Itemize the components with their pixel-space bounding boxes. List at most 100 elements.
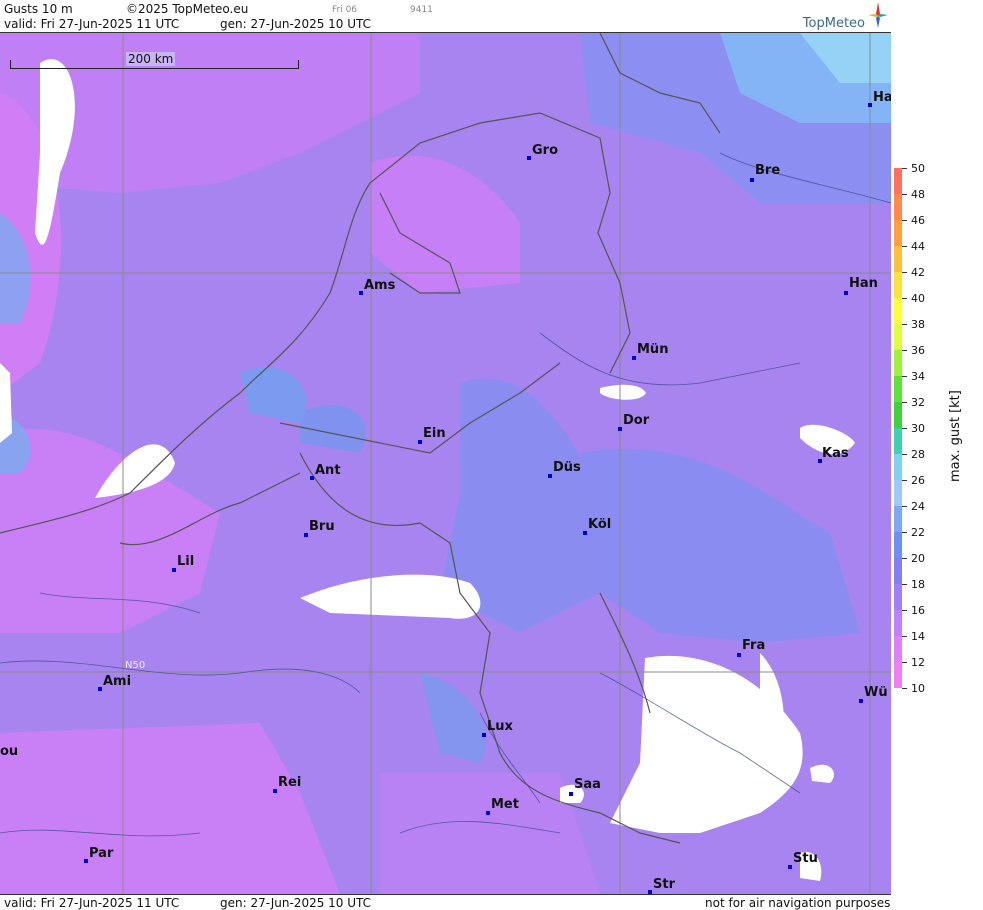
legend-tick-label: 24 xyxy=(911,500,925,513)
city-marker xyxy=(737,653,741,657)
legend-tick-label: 42 xyxy=(911,266,925,279)
footer-bar: valid: Fri 27-Jun-2025 11 UTC gen: 27-Ju… xyxy=(0,894,891,910)
legend-tick-mark xyxy=(902,662,907,663)
legend-tick-label: 40 xyxy=(911,292,925,305)
city-label: Kas xyxy=(822,446,849,461)
legend-tick-mark xyxy=(902,272,907,273)
city-label: Ami xyxy=(103,674,132,689)
city-marker xyxy=(868,103,872,107)
legend-swatch xyxy=(894,428,902,454)
legend-swatch xyxy=(894,168,902,194)
scale-label: 200 km xyxy=(126,52,176,66)
city-label: Wü xyxy=(864,685,888,700)
city-label: Han xyxy=(849,276,878,291)
legend-tick-label: 20 xyxy=(911,552,925,565)
legend-tick-mark xyxy=(902,506,907,507)
legend-tick-mark xyxy=(902,610,907,611)
legend-color-bar xyxy=(894,168,902,688)
legend-swatch xyxy=(894,376,902,402)
city-label: Bru xyxy=(309,519,335,534)
legend-tick-label: 32 xyxy=(911,396,925,409)
city-label: Ams xyxy=(364,278,396,293)
city-label: Mün xyxy=(637,342,669,357)
legend-swatch xyxy=(894,272,902,298)
legend-tick-mark xyxy=(902,480,907,481)
compass-star-icon xyxy=(868,2,888,28)
legend-swatch xyxy=(894,558,902,584)
city-label: Rei xyxy=(278,775,302,790)
legend-swatch xyxy=(894,584,902,610)
legend-tick-mark xyxy=(902,246,907,247)
legend-tick-label: 22 xyxy=(911,526,925,539)
legend-tick-mark xyxy=(902,168,907,169)
legend-tick-mark xyxy=(902,298,907,299)
frame-code: 9411 xyxy=(410,5,433,15)
day-label: Fri 06 xyxy=(332,5,358,15)
city-marker xyxy=(359,291,363,295)
city-marker xyxy=(172,568,176,572)
city-marker xyxy=(583,531,587,535)
legend-tick-label: 46 xyxy=(911,214,925,227)
legend-tick-label: 34 xyxy=(911,370,925,383)
legend-tick-mark xyxy=(902,376,907,377)
legend-swatch xyxy=(894,636,902,662)
generated-time: gen: 27-Jun-2025 10 UTC xyxy=(220,17,372,31)
color-legend: 50 48 46 44 42 40 38 36 34 32 30 28 26 24 22 20 18 16 14 12… xyxy=(893,162,983,728)
gust-map[interactable]: 200 km N50 Ha Gro Bre Ams Han Mün Dor Ei… xyxy=(0,33,891,894)
city-label: Köl xyxy=(588,517,612,532)
legend-swatch xyxy=(894,454,902,480)
legend-tick-mark xyxy=(902,454,907,455)
city-label: Dor xyxy=(623,413,650,428)
city-marker xyxy=(310,476,314,480)
city-marker xyxy=(84,859,88,863)
city-marker xyxy=(486,811,490,815)
disclaimer: not for air navigation purposes xyxy=(705,896,891,910)
city-marker xyxy=(273,789,277,793)
legend-swatch xyxy=(894,298,902,324)
city-marker xyxy=(548,474,552,478)
legend-swatch xyxy=(894,194,902,220)
city-label: ou xyxy=(0,744,19,759)
legend-tick-mark xyxy=(902,584,907,585)
legend-tick-label: 48 xyxy=(911,188,925,201)
city-label: Lil xyxy=(177,554,195,569)
city-label: Gro xyxy=(532,143,559,158)
legend-tick-mark xyxy=(902,688,907,689)
legend-swatch xyxy=(894,480,902,506)
legend-tick-label: 16 xyxy=(911,604,925,617)
legend-tick-mark xyxy=(902,350,907,351)
legend-swatch xyxy=(894,662,902,688)
city-label: Düs xyxy=(553,460,581,475)
city-label: Par xyxy=(89,846,114,861)
city-marker xyxy=(859,699,863,703)
legend-tick-label: 30 xyxy=(911,422,925,435)
legend-tick-label: 36 xyxy=(911,344,925,357)
legend-swatch xyxy=(894,324,902,350)
legend-tick-label: 12 xyxy=(911,656,925,669)
legend-tick-mark xyxy=(902,636,907,637)
grid-lat-label: N50 xyxy=(125,660,146,671)
footer-generated-time: gen: 27-Jun-2025 10 UTC xyxy=(220,896,372,910)
city-marker xyxy=(788,865,792,869)
city-label: Saa xyxy=(574,777,601,792)
header-bar: Gusts 10 m ©2025 TopMeteo.eu Fri 06 9411… xyxy=(0,0,891,33)
copyright: ©2025 TopMeteo.eu xyxy=(126,2,249,16)
legend-swatch xyxy=(894,246,902,272)
valid-time: valid: Fri 27-Jun-2025 11 UTC xyxy=(4,17,180,31)
legend-tick-label: 50 xyxy=(911,162,925,175)
legend-tick-mark xyxy=(902,194,907,195)
city-marker xyxy=(632,356,636,360)
legend-tick-label: 26 xyxy=(911,474,925,487)
legend-tick-mark xyxy=(902,324,907,325)
legend-swatch xyxy=(894,402,902,428)
legend-tick-label: 14 xyxy=(911,630,925,643)
footer-valid-time: valid: Fri 27-Jun-2025 11 UTC xyxy=(4,896,180,910)
brand-logo-text: TopMeteo xyxy=(802,16,865,31)
city-marker xyxy=(844,291,848,295)
legend-swatch xyxy=(894,220,902,246)
city-label: Lux xyxy=(487,719,513,734)
legend-tick-label: 28 xyxy=(911,448,925,461)
city-marker xyxy=(418,440,422,444)
city-marker xyxy=(569,792,573,796)
city-marker xyxy=(750,178,754,182)
